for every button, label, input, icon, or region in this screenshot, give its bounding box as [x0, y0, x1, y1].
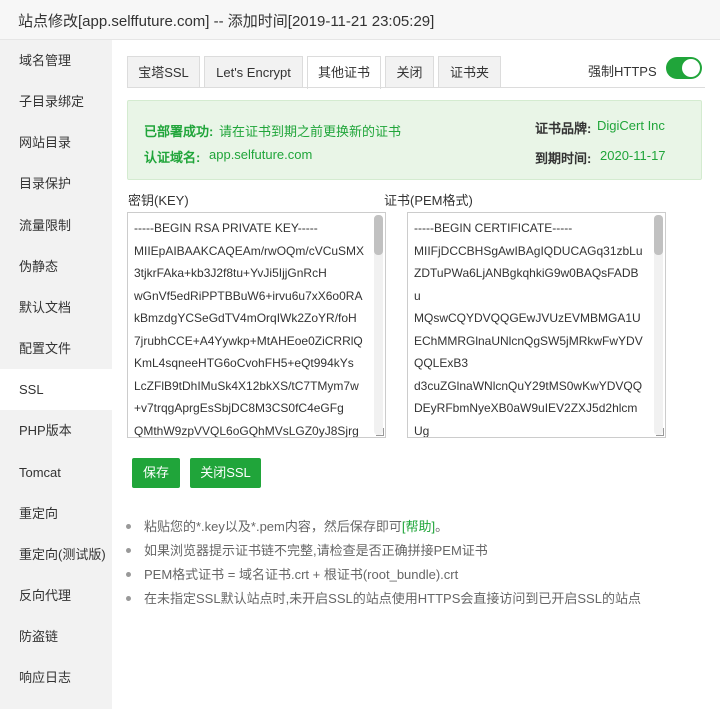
tip-item: 如果浏览器提示证书链不完整,请检查是否正确拼接PEM证书 — [126, 540, 488, 559]
sidebar-item-ssl[interactable]: SSL — [0, 369, 112, 410]
tip-item: PEM格式证书 = 域名证书.crt + 根证书(root_bundle).cr… — [126, 564, 458, 583]
tip-item: 粘贴您的*.key以及*.pem内容，然后保存即可[帮助]。 — [126, 516, 448, 535]
bullet-dot — [126, 548, 131, 554]
site-settings-dialog: 站点修改[app.selffuture.com] -- 添加时间[2019-11… — [0, 0, 720, 709]
cert-line: u — [414, 288, 421, 303]
key-line: 7jrubhCCE+A4Yywkp+MtAHEoe0ZiCRRlQ — [134, 333, 363, 348]
tab-certificate-folder[interactable]: 证书夹 — [438, 56, 501, 88]
cert-line: d3cuZGlnaWNlcnQuY29tMS0wKwYDVQQ — [414, 378, 643, 393]
sidebar: 域名管理 子目录绑定 网站目录 目录保护 流量限制 伪静态 默认文档 配置文件 … — [0, 40, 112, 709]
private-key-content: -----BEGIN RSA PRIVATE KEY----- MIIEpAIB… — [134, 217, 372, 438]
sidebar-item-subdirectory-binding[interactable]: 子目录绑定 — [0, 81, 112, 122]
bullet-dot — [126, 572, 131, 578]
key-line: +v7trqgAprgEsSbjDC8M3CS0fC4eGFg — [134, 401, 344, 415]
sidebar-item-default-document[interactable]: 默认文档 — [0, 287, 112, 328]
tip-text: PEM格式证书 = 域名证书.crt + 根证书(root_bundle).cr… — [144, 567, 459, 582]
sidebar-item-config-file[interactable]: 配置文件 — [0, 328, 112, 369]
sidebar-item-site-directory[interactable]: 网站目录 — [0, 122, 112, 163]
cert-line: Ug — [414, 423, 430, 438]
deploy-status-label: 已部署成功: — [144, 124, 214, 139]
sidebar-item-hotlink-protection[interactable]: 防盗链 — [0, 616, 112, 657]
cert-line: -----BEGIN CERTIFICATE----- — [414, 221, 573, 235]
tip-text: 粘贴您的*.key以及*.pem内容，然后保存即可 — [144, 519, 402, 534]
cert-resize-handle[interactable] — [656, 428, 664, 436]
key-line: wGnVf5edRiPPTBBuW6+irvu6u7xX6o0RA — [134, 288, 363, 303]
sidebar-item-response-log[interactable]: 响应日志 — [0, 657, 112, 698]
dialog-titlebar: 站点修改[app.selffuture.com] -- 添加时间[2019-11… — [0, 0, 720, 40]
cert-brand-label: 证书品牌: — [535, 121, 592, 136]
key-line: 3tjkrFAka+kb3J2f8tu+YvJi5IjjGnRcH — [134, 266, 327, 280]
sidebar-item-traffic-limit[interactable]: 流量限制 — [0, 205, 112, 246]
force-https-label: 强制HTTPS — [588, 64, 657, 79]
close-ssl-button[interactable]: 关闭SSL — [190, 458, 261, 488]
key-line: -----BEGIN RSA PRIVATE KEY----- — [134, 221, 318, 235]
expiry-date-label: 到期时间: — [535, 151, 592, 166]
cert-field-title: 证书(PEM格式) — [384, 193, 473, 208]
certificate-textarea[interactable]: -----BEGIN CERTIFICATE----- MIIFjDCCBHSg… — [407, 212, 666, 438]
certificate-info-box: 已部署成功: 请在证书到期之前更换新的证书 认证域名: app.selfutur… — [127, 100, 702, 180]
private-key-textarea[interactable]: -----BEGIN RSA PRIVATE KEY----- MIIEpAIB… — [127, 212, 386, 438]
sidebar-item-redirect[interactable]: 重定向 — [0, 493, 112, 534]
cert-scrollbar[interactable] — [654, 215, 663, 435]
cert-brand-value: DigiCert Inc — [597, 118, 665, 133]
sidebar-item-tomcat[interactable]: Tomcat — [0, 452, 112, 493]
key-line: QMthW9zpVVQL6oGQhMVsLGZ0yJ8Sjrg — [134, 423, 359, 438]
dialog-title: 站点修改[app.selffuture.com] -- 添加时间[2019-11… — [18, 13, 435, 30]
key-line: kBmzdgYCSeGdTV4mOrqIWk2ZoYR/foH — [134, 311, 357, 325]
sidebar-item-domain-management[interactable]: 域名管理 — [0, 40, 112, 81]
key-resize-handle[interactable] — [376, 428, 384, 436]
sidebar-item-rewrite[interactable]: 伪静态 — [0, 246, 112, 287]
cert-line: DEyRFbmNyeXB0aW9uIEV2ZXJ5d2hlcm — [414, 401, 638, 415]
sidebar-item-php-version[interactable]: PHP版本 — [0, 410, 112, 451]
deploy-status-text: 请在证书到期之前更换新的证书 — [219, 124, 402, 139]
tip-item: 在未指定SSL默认站点时,未开启SSL的站点使用HTTPS会直接访问到已开启SS… — [126, 588, 641, 607]
tip-tail: 。 — [435, 519, 449, 534]
cert-line: EChMMRGlnaUNlcnQgSW5jMRkwFwYDV — [414, 333, 643, 348]
key-line: KmL4sqneeHTG6oCvohFH5+eQt994kYs — [134, 356, 354, 370]
sidebar-item-redirect-beta[interactable]: 重定向(测试版) — [0, 534, 112, 575]
tab-lets-encrypt[interactable]: Let's Encrypt — [204, 56, 303, 88]
force-https-toggle[interactable] — [666, 57, 702, 79]
save-button[interactable]: 保存 — [132, 458, 180, 488]
key-line: LcZFlB9tDhIMuSk4X12bkXS/tC7TMym7w — [134, 378, 359, 393]
sidebar-item-reverse-proxy[interactable]: 反向代理 — [0, 575, 112, 616]
tip-text: 如果浏览器提示证书链不完整,请检查是否正确拼接PEM证书 — [144, 543, 488, 558]
help-link[interactable]: [帮助] — [402, 519, 435, 534]
key-line: MIIEpAIBAAKCAQEAm/rwOQm/cVCuSMX — [134, 243, 365, 258]
cert-line: QQLExB3 — [414, 356, 469, 370]
tabs-divider — [127, 87, 705, 88]
auth-domain-label: 认证域名: — [144, 150, 201, 165]
sidebar-item-directory-protection[interactable]: 目录保护 — [0, 163, 112, 204]
tip-text: 在未指定SSL默认站点时,未开启SSL的站点使用HTTPS会直接访问到已开启SS… — [144, 591, 641, 606]
key-scrollbar[interactable] — [374, 215, 383, 435]
expiry-date-value: 2020-11-17 — [600, 148, 666, 163]
tab-baota-ssl[interactable]: 宝塔SSL — [127, 56, 200, 88]
cert-line: ZDTuPWa6LjANBgkqhkiG9w0BAQsFADB — [414, 266, 639, 280]
certificate-content: -----BEGIN CERTIFICATE----- MIIFjDCCBHSg… — [414, 217, 652, 438]
cert-scrollbar-thumb[interactable] — [654, 215, 663, 255]
toggle-knob — [682, 59, 700, 77]
cert-line: MQswCQYDVQQGEwJVUzEVMBMGA1U — [414, 311, 641, 325]
bullet-dot — [126, 596, 131, 602]
bullet-dot — [126, 524, 131, 530]
key-field-title: 密钥(KEY) — [128, 193, 189, 208]
tab-close[interactable]: 关闭 — [385, 56, 434, 88]
ssl-panel: 宝塔SSL Let's Encrypt 其他证书 关闭 证书夹 强制HTTPS … — [112, 40, 720, 709]
key-scrollbar-thumb[interactable] — [374, 215, 383, 255]
cert-line: MIIFjDCCBHSgAwIBAgIQDUCAGq31zbLu — [414, 243, 643, 258]
tab-other-certificate[interactable]: 其他证书 — [307, 56, 381, 89]
auth-domain-value: app.selfuture.com — [209, 147, 313, 162]
